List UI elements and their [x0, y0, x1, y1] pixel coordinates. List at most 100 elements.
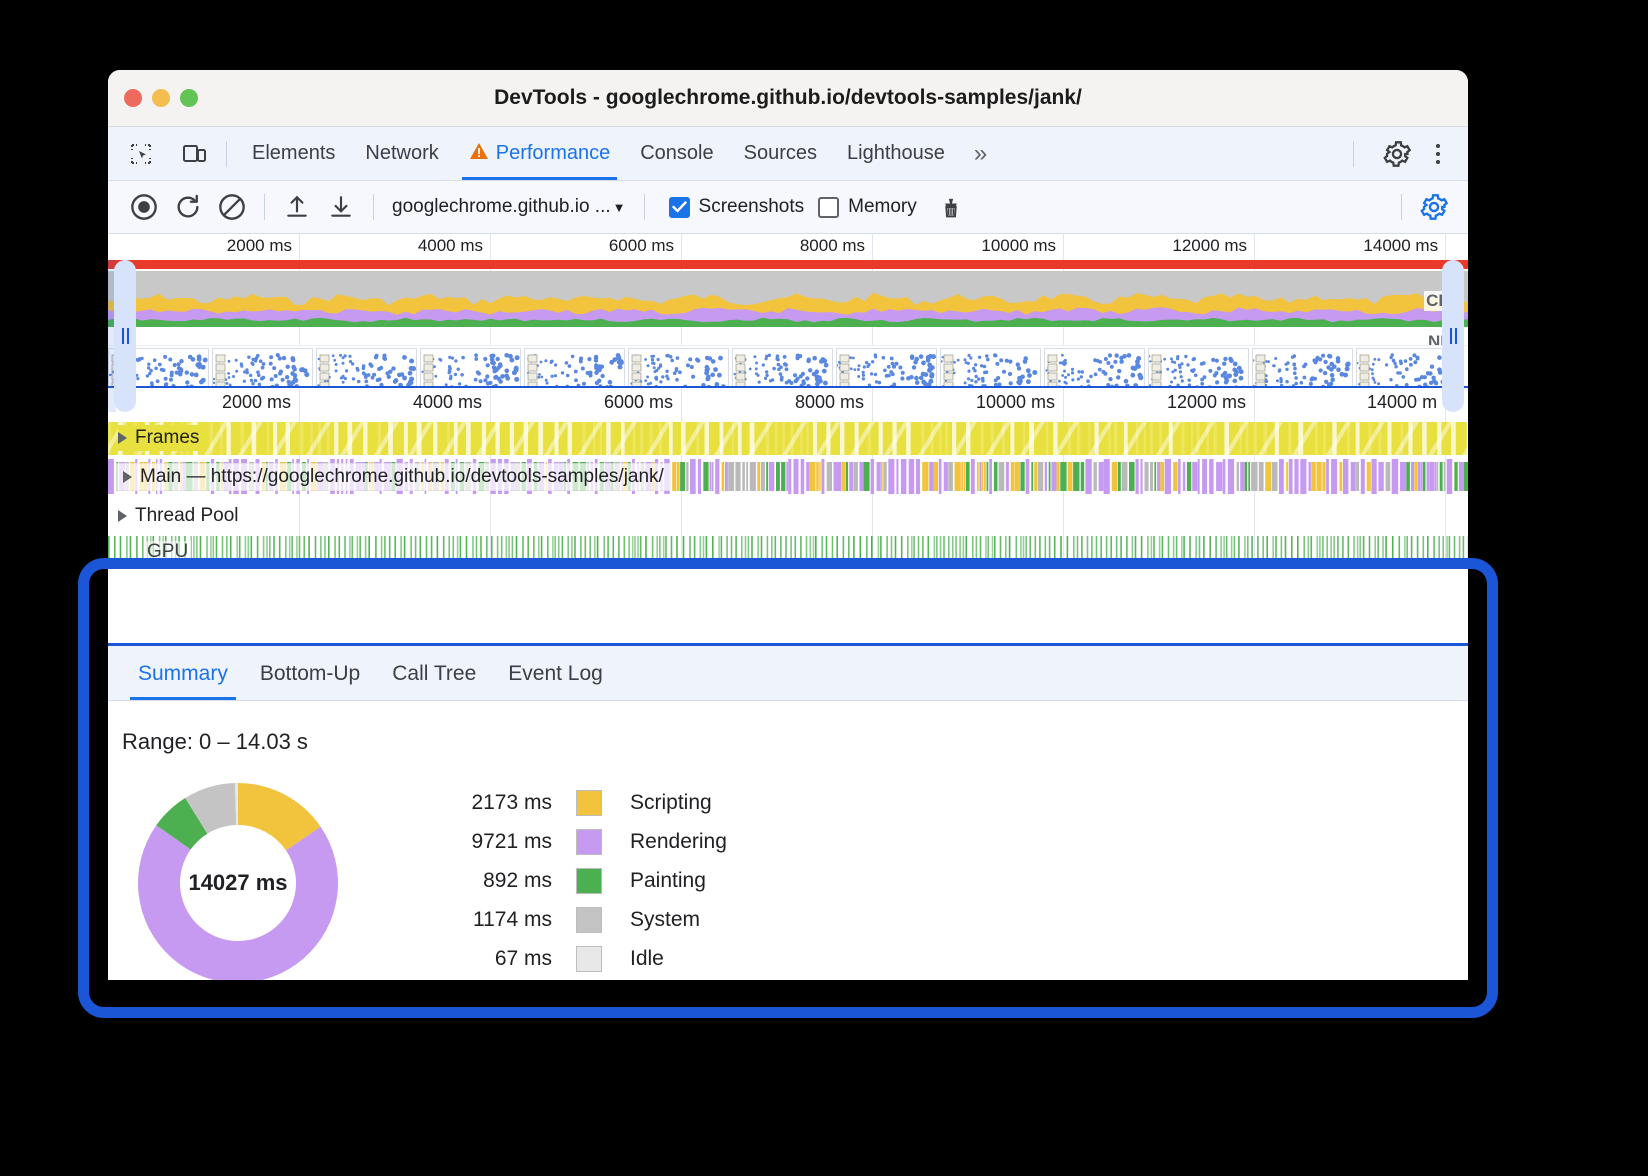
tab-lighthouse[interactable]: Lighthouse: [832, 127, 960, 180]
tab-performance[interactable]: Performance: [454, 127, 626, 180]
tab-event-log-label: Event Log: [508, 662, 603, 685]
expand-triangle-icon: [118, 510, 127, 522]
memory-checkbox[interactable]: Memory: [818, 196, 917, 218]
devtools-window: DevTools - googlechrome.github.io/devtoo…: [108, 70, 1468, 980]
legend-row[interactable]: 9721 msRendering: [436, 822, 727, 861]
devtools-tabbar: Elements Network Performance: [108, 127, 1468, 181]
gear-icon[interactable]: [1376, 135, 1418, 173]
screenshots-label: Screenshots: [699, 196, 805, 218]
details-tabs: Summary Bottom-Up Call Tree Event Log: [108, 646, 1468, 701]
track-gpu-label: GPU: [144, 541, 191, 563]
track-frames[interactable]: Frames: [108, 418, 1468, 457]
tab-sources-label: Sources: [744, 142, 817, 165]
ruler-tick-label: 4000 ms: [413, 392, 490, 413]
tab-elements-label: Elements: [252, 142, 335, 165]
track-main[interactable]: Main — https://googlechrome.github.io/de…: [108, 457, 1468, 496]
clear-icon[interactable]: [210, 187, 254, 227]
legend-label: Scripting: [602, 791, 712, 815]
tab-console[interactable]: Console: [625, 127, 728, 180]
panel-tabs: Elements Network Performance: [237, 127, 998, 180]
legend-row[interactable]: 1174 ms System: [436, 900, 727, 939]
track-frames-title[interactable]: Frames: [118, 425, 207, 451]
legend-row[interactable]: 67 ms Idle: [436, 939, 727, 978]
tab-elements[interactable]: Elements: [237, 127, 350, 180]
legend-value: 892 ms: [436, 869, 576, 893]
toolbar-divider-2: [373, 194, 374, 220]
overview-range-handle-left[interactable]: [114, 260, 136, 412]
minimize-window-button[interactable]: [152, 89, 170, 107]
capture-settings-gear-icon[interactable]: [1412, 187, 1456, 227]
tab-call-tree-label: Call Tree: [392, 662, 476, 685]
upload-profile-icon[interactable]: [275, 187, 319, 227]
download-profile-icon[interactable]: [319, 187, 363, 227]
tabbar-right-actions: [1343, 135, 1468, 173]
legend-row-total[interactable]: 14027 msTotal: [436, 978, 727, 980]
screenshots-checkbox-box: [669, 197, 690, 218]
warning-triangle-icon: [469, 142, 489, 166]
frames-band: [108, 422, 1468, 455]
tab-network[interactable]: Network: [350, 127, 453, 180]
legend-value: 67 ms: [436, 947, 576, 971]
tracks-ruler: 2000 ms4000 ms6000 ms8000 ms10000 ms1200…: [108, 388, 1468, 418]
ruler-tick-label: 14000 m: [1367, 392, 1445, 413]
collect-garbage-icon[interactable]: [929, 187, 973, 227]
ruler-tick-label: 8000 ms: [800, 236, 872, 256]
tab-bottom-up[interactable]: Bottom-Up: [244, 662, 376, 700]
timeline-tracks[interactable]: 2000 ms4000 ms6000 ms8000 ms10000 ms1200…: [108, 386, 1468, 566]
track-thread-pool-label: Thread Pool: [135, 505, 239, 527]
maximize-window-button[interactable]: [180, 89, 198, 107]
track-gpu[interactable]: GPU: [108, 535, 1468, 569]
record-icon[interactable]: [122, 187, 166, 227]
expand-triangle-icon: [123, 471, 132, 483]
tab-summary[interactable]: Summary: [122, 662, 244, 700]
ruler-tick-label: 12000 ms: [1172, 236, 1254, 256]
track-main-title[interactable]: Main — https://googlechrome.github.io/de…: [116, 463, 671, 491]
kebab-menu-icon[interactable]: [1418, 135, 1458, 173]
ruler-tick-label: 4000 ms: [418, 236, 490, 256]
window-title: DevTools - googlechrome.github.io/devtoo…: [108, 86, 1468, 110]
tab-lighthouse-label: Lighthouse: [847, 142, 945, 165]
tab-sources[interactable]: Sources: [729, 127, 832, 180]
close-window-button[interactable]: [124, 89, 142, 107]
details-pane: Summary Bottom-Up Call Tree Event Log Ra…: [108, 643, 1468, 980]
chevron-down-icon: ▼: [613, 200, 626, 215]
activity-donut-chart[interactable]: 14027 ms: [132, 777, 344, 980]
legend-swatch: [576, 946, 602, 972]
toolbar-divider-4: [1401, 194, 1402, 220]
tab-console-label: Console: [640, 142, 713, 165]
tabbar-right-divider: [1353, 141, 1354, 167]
legend-swatch: [576, 868, 602, 894]
tab-event-log[interactable]: Event Log: [492, 662, 619, 700]
legend-label: System: [602, 908, 700, 932]
track-thread-pool[interactable]: Thread Pool: [108, 496, 1468, 535]
activity-legend: 2173 ms Scripting 9721 msRendering892 msPa…: [436, 777, 727, 980]
legend-swatch: [576, 907, 602, 933]
track-main-label: Main — https://googlechrome.github.io/de…: [140, 466, 664, 488]
legend-row[interactable]: 892 msPainting: [436, 861, 727, 900]
tabbar-divider: [226, 141, 227, 167]
legend-row[interactable]: 2173 ms Scripting: [436, 783, 727, 822]
ruler-tick-label: 2000 ms: [227, 236, 299, 256]
legend-value: 9721 ms: [436, 830, 576, 854]
gpu-band: [108, 535, 1468, 565]
screenshots-checkbox[interactable]: Screenshots: [669, 196, 805, 218]
ruler-tick-label: 8000 ms: [795, 392, 872, 413]
target-select-value: googlechrome.github.io ...: [392, 196, 611, 218]
target-select[interactable]: googlechrome.github.io ... ▼: [384, 196, 634, 218]
ruler-tick-label: 10000 ms: [981, 236, 1063, 256]
inspect-icon[interactable]: [120, 135, 162, 173]
legend-label: Idle: [602, 947, 664, 971]
tab-call-tree[interactable]: Call Tree: [376, 662, 492, 700]
window-titlebar: DevTools - googlechrome.github.io/devtoo…: [108, 70, 1468, 127]
tab-bottom-up-label: Bottom-Up: [260, 662, 360, 685]
traffic-lights: [108, 89, 198, 107]
overview-range-handle-right[interactable]: [1442, 260, 1464, 412]
legend-value: 2173 ms: [436, 791, 576, 815]
track-thread-pool-title[interactable]: Thread Pool: [118, 505, 239, 527]
more-tabs-chevron-icon[interactable]: »: [960, 140, 998, 168]
device-toolbar-icon[interactable]: [174, 135, 216, 173]
reload-record-icon[interactable]: [166, 187, 210, 227]
legend-value: 1174 ms: [436, 908, 576, 932]
expand-triangle-icon: [118, 432, 127, 444]
timeline-overview[interactable]: 2000 ms4000 ms6000 ms8000 ms10000 ms1200…: [108, 234, 1468, 386]
